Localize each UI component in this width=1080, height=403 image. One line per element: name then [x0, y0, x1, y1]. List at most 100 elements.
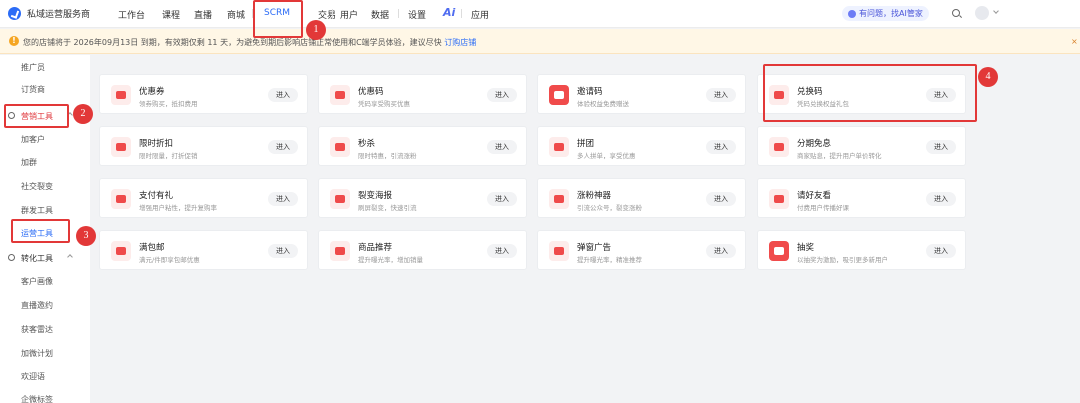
tool-desc: 领券购买，抵扣费用	[139, 100, 198, 108]
sidebar-item-promoter[interactable]: 推广员	[0, 57, 90, 77]
warning-icon: !	[9, 36, 19, 46]
tool-desc: 以抽奖为激励，吸引更多新用户	[797, 256, 888, 264]
lottery-gift-icon	[769, 241, 789, 261]
sidebar-item-lead-radar[interactable]: 获客雷达	[0, 319, 90, 339]
invite-code-icon	[549, 85, 569, 105]
annotation-badge-4: 4	[978, 67, 998, 87]
search-icon[interactable]	[952, 9, 960, 17]
tool-card-installment[interactable]: 分期免息 商家贴息，提升用户单价转化 进入	[757, 126, 966, 166]
tool-desc: 凭码享受购买优惠	[358, 100, 410, 108]
nav-users[interactable]: 用户	[340, 8, 358, 21]
tool-card-lottery[interactable]: 抽奖 以抽奖为激励，吸引更多新用户 进入	[757, 230, 966, 270]
tool-title: 邀请码	[577, 87, 603, 97]
enter-button[interactable]: 进入	[268, 192, 298, 206]
sidebar-item-live-invite[interactable]: 直播邀约	[0, 295, 90, 315]
nav-settings[interactable]: 设置	[408, 8, 426, 21]
tool-title: 请好友看	[797, 191, 832, 201]
enter-button[interactable]: 进入	[926, 192, 956, 206]
ai-help-button[interactable]: 有问题，找AI管家	[842, 6, 929, 21]
chevron-up-icon	[67, 254, 73, 260]
nav-apps[interactable]: 应用	[471, 8, 489, 21]
sidebar-item-wechat-plan[interactable]: 加微计划	[0, 343, 90, 363]
tool-card-seckill[interactable]: 秒杀 限时特惠，引流涨粉 进入	[318, 126, 527, 166]
enter-button[interactable]: 进入	[926, 244, 956, 258]
sidebar-item-social-fission[interactable]: 社交裂变	[0, 176, 90, 196]
ai-help-label: 有问题，找AI管家	[859, 9, 923, 18]
sidebar-item-label: 欢迎语	[21, 372, 45, 381]
tool-card-fan-booster[interactable]: 涨粉神器 引流公众号，裂变涨粉 进入	[537, 178, 746, 218]
enter-button[interactable]: 进入	[487, 192, 517, 206]
tool-card-fission-poster[interactable]: 裂变海报 刷屏裂变，快速引流 进入	[318, 178, 527, 218]
tool-title: 弹窗广告	[577, 243, 612, 253]
sidebar-item-distributor[interactable]: 订货商	[0, 79, 90, 99]
chevron-down-icon[interactable]	[993, 8, 999, 14]
user-icon	[8, 254, 15, 261]
enter-button[interactable]: 进入	[268, 140, 298, 154]
hourglass-icon	[111, 137, 131, 157]
tool-card-free-shipping[interactable]: 满包邮 满元/件即享包邮优惠 进入	[99, 230, 308, 270]
nav-workbench[interactable]: 工作台	[118, 8, 145, 21]
tool-title: 裂变海报	[358, 191, 393, 201]
sidebar-item-welcome-message[interactable]: 欢迎语	[0, 366, 90, 386]
sidebar-item-add-customer[interactable]: 加客户	[0, 129, 90, 149]
close-icon[interactable]: ×	[1071, 37, 1078, 46]
tool-card-group-buy[interactable]: 拼团 多人拼单，享受优惠 进入	[537, 126, 746, 166]
nav-live[interactable]: 直播	[194, 8, 212, 21]
brand-name: 私域运营服务商	[27, 10, 91, 20]
enter-button[interactable]: 进入	[706, 244, 736, 258]
sidebar-item-label: 加群	[21, 158, 37, 167]
nav-mall[interactable]: 商城	[227, 8, 245, 21]
annotation-box-scrm	[253, 0, 303, 38]
brand[interactable]: 私域运营服务商	[8, 7, 90, 20]
sidebar-item-label: 订货商	[21, 85, 45, 94]
order-store-link[interactable]: 订购店铺	[444, 38, 476, 47]
enter-button[interactable]: 进入	[487, 140, 517, 154]
avatar[interactable]	[975, 6, 989, 20]
tool-card-flash-discount[interactable]: 限时折扣 限时限量，打折促销 进入	[99, 126, 308, 166]
tool-title: 抽奖	[797, 243, 815, 253]
enter-button[interactable]: 进入	[268, 88, 298, 102]
tool-card-popup-ad[interactable]: 弹窗广告 提升曝光率，精准推荐 进入	[537, 230, 746, 270]
enter-button[interactable]: 进入	[487, 88, 517, 102]
tool-desc: 体验权益免费赠送	[577, 100, 629, 108]
enter-button[interactable]: 进入	[706, 88, 736, 102]
enter-button[interactable]: 进入	[268, 244, 298, 258]
tool-card-product-recommend[interactable]: 商品推荐 提升曝光率，增加销量 进入	[318, 230, 527, 270]
annotation-box-redeem-code	[763, 64, 977, 122]
poster-icon	[330, 189, 350, 209]
tool-desc: 增强用户粘性，提升复购率	[139, 204, 217, 212]
tool-card-promo-code[interactable]: 优惠码 凭码享受购买优惠 进入	[318, 74, 527, 114]
tool-card-invite-friend[interactable]: 请好友看 付费用户传播好课 进入	[757, 178, 966, 218]
nav-trade[interactable]: 交易	[318, 8, 336, 21]
enter-button[interactable]: 进入	[706, 140, 736, 154]
enter-button[interactable]: 进入	[926, 140, 956, 154]
enter-button[interactable]: 进入	[487, 244, 517, 258]
nav-divider	[398, 9, 399, 18]
user-plus-icon	[549, 189, 569, 209]
top-navbar: 私域运营服务商 工作台 课程 直播 商城 SCRM 交易 用户 数据 设置 Ai…	[0, 0, 1080, 28]
enter-button[interactable]: 进入	[706, 192, 736, 206]
tool-desc: 提升曝光率，增加销量	[358, 256, 423, 264]
tool-card-pay-gift[interactable]: 支付有礼 增强用户粘性，提升复购率 进入	[99, 178, 308, 218]
nav-ai-icon[interactable]: Ai	[443, 6, 455, 19]
sidebar-group-conversion-tools[interactable]: 转化工具	[0, 248, 90, 268]
sidebar-item-label: 企微标签	[21, 395, 53, 403]
tool-card-invite-code[interactable]: 邀请码 体验权益免费赠送 进入	[537, 74, 746, 114]
tool-title: 支付有礼	[139, 191, 174, 201]
nav-course[interactable]: 课程	[162, 8, 180, 21]
annotation-box-marketing-tools	[4, 104, 69, 128]
sidebar-item-wecom-tags[interactable]: 企微标签	[0, 389, 90, 403]
sidebar-item-add-group[interactable]: 加群	[0, 152, 90, 172]
expiry-notice-bar: ! 您的店铺将于 2026年09月13日 到期，有效期仅剩 11 天，为避免到期…	[0, 29, 1080, 54]
sidebar-item-customer-profile[interactable]: 客户画像	[0, 271, 90, 291]
annotation-box-operation-tools	[11, 219, 70, 243]
nav-data[interactable]: 数据	[371, 8, 389, 21]
tool-desc: 刷屏裂变，快速引流	[358, 204, 417, 212]
tool-desc: 限时特惠，引流涨粉	[358, 152, 417, 160]
sidebar-item-label: 社交裂变	[21, 182, 53, 191]
tool-card-coupon[interactable]: 优惠券 领券购买，抵扣费用 进入	[99, 74, 308, 114]
tool-title: 分期免息	[797, 139, 832, 149]
tool-title: 优惠码	[358, 87, 384, 97]
share-gift-icon	[769, 189, 789, 209]
sidebar-item-mass-send[interactable]: 群发工具	[0, 200, 90, 220]
